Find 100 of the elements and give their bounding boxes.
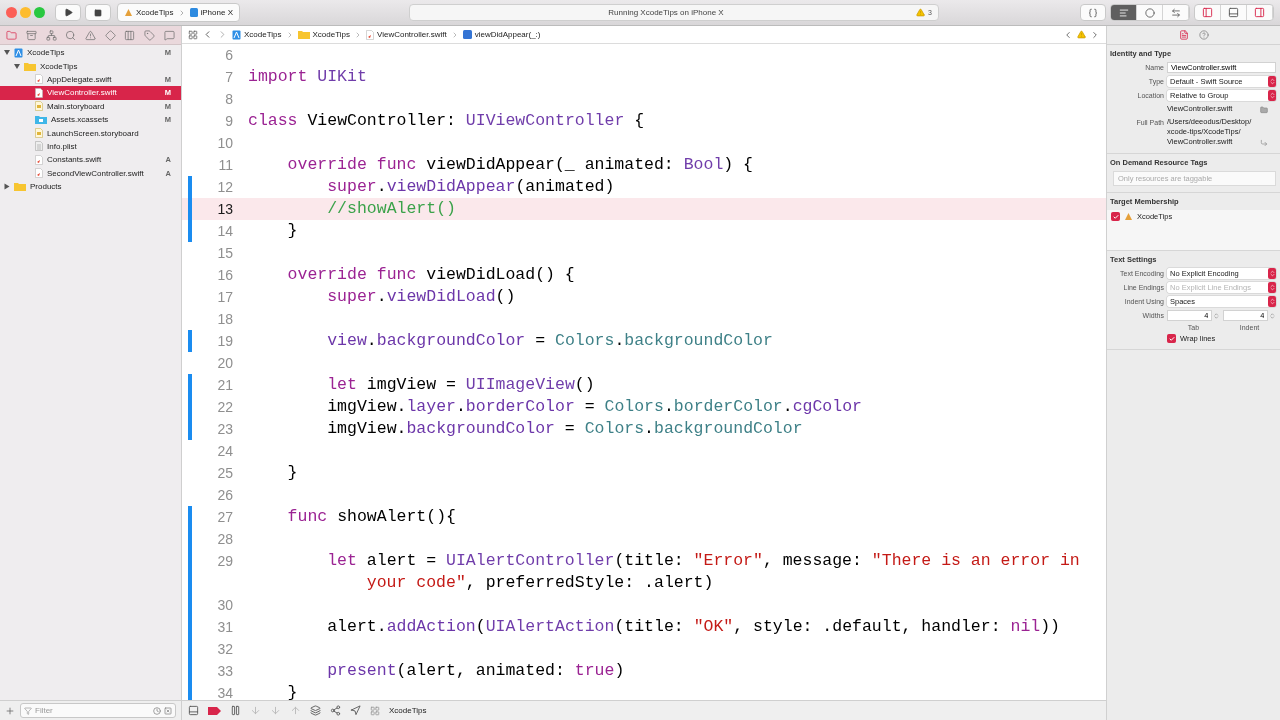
navigator-item[interactable]: Products <box>0 179 181 194</box>
play-icon <box>63 8 73 17</box>
line-number: 22 <box>216 398 233 417</box>
disclosure-triangle[interactable] <box>4 50 10 56</box>
line-number: 17 <box>216 288 233 307</box>
code-line: let alert = UIAlertController(title: "Error", message: "There is an error in your code", preferredStyle: .alert) <box>326 550 1081 594</box>
popup-arrows-icon <box>1268 268 1276 279</box>
project-icon <box>14 47 23 58</box>
navigator-tab[interactable] <box>84 29 96 41</box>
help-tab[interactable] <box>1198 30 1209 40</box>
device-icon <box>189 8 198 17</box>
checkbox[interactable] <box>1167 334 1176 343</box>
code-line: present(alert, animated: true) <box>326 660 626 682</box>
diamond-icon <box>104 29 116 41</box>
code-line: class ViewController: UIViewController { <box>248 110 646 132</box>
swift-file-icon <box>35 87 43 98</box>
code-line: override func viewDidLoad() { <box>286 264 576 286</box>
line-number: 32 <box>216 640 233 659</box>
navigator-tab[interactable] <box>124 29 136 41</box>
line-number: 12 <box>216 178 233 197</box>
chevron-icon <box>354 30 362 39</box>
right-panel-icon <box>1254 7 1265 18</box>
navigator-tab[interactable] <box>65 29 77 41</box>
navigator-tab[interactable] <box>143 29 155 41</box>
folder-icon <box>14 182 26 192</box>
console-button[interactable] <box>188 705 199 716</box>
stop-button[interactable] <box>85 4 111 21</box>
braces-icon <box>1088 7 1098 18</box>
swift-file-icon <box>366 29 374 40</box>
code-line: } <box>286 220 299 242</box>
navigator-tab[interactable] <box>6 29 18 41</box>
warning-icon[interactable] <box>1077 30 1086 39</box>
code-line: //showAlert() <box>326 198 457 220</box>
line-number: 16 <box>216 266 233 285</box>
code-line: } <box>286 682 299 700</box>
breadcrumb[interactable]: ViewController.swift <box>366 29 447 40</box>
line-number: 10 <box>216 134 233 153</box>
stop-icon <box>94 8 102 17</box>
navigator-tab[interactable] <box>26 29 37 41</box>
breakpoints-button[interactable] <box>208 706 221 715</box>
navigator-item[interactable]: XcodeTips <box>0 59 181 73</box>
popup-arrows-icon <box>1268 282 1276 293</box>
folder-icon[interactable] <box>1260 106 1268 114</box>
code-line: alert.addAction(UIAlertAction(title: "OK", style: .default, handler: nil)) <box>326 616 1061 638</box>
clock-icon[interactable] <box>153 706 161 715</box>
code-line: let imgView = UIImageView() <box>326 374 596 396</box>
navigator-tab[interactable] <box>104 29 116 41</box>
checkbox[interactable] <box>1111 212 1120 221</box>
add-button[interactable] <box>5 705 15 716</box>
scheme-button[interactable]: XcodeTips <box>122 8 176 17</box>
assets-folder-icon <box>35 115 47 125</box>
app-icon <box>1124 212 1133 221</box>
navigator-tab[interactable] <box>163 29 175 41</box>
left-panel-icon <box>1202 7 1213 18</box>
navigator-tab[interactable] <box>45 29 57 41</box>
pause-button[interactable] <box>230 705 241 716</box>
line-number: 27 <box>216 508 233 527</box>
stepper-icon[interactable] <box>1269 311 1276 320</box>
filter-icon <box>24 706 32 715</box>
code-line: override func viewDidAppear(_ animated: Bool) { <box>286 154 754 176</box>
stepper-icon[interactable] <box>1213 311 1220 320</box>
line-number: 21 <box>216 376 233 395</box>
close-button[interactable] <box>6 7 17 18</box>
target-icon[interactable] <box>370 705 380 716</box>
swift-file-icon <box>35 168 43 179</box>
swift-file-icon <box>35 74 43 85</box>
reveal-icon[interactable] <box>1260 139 1268 147</box>
line-number: 9 <box>224 112 233 131</box>
speech-bubble-icon <box>163 29 175 41</box>
code-line: imgView.layer.borderColor = Colors.borderColor.cgColor <box>326 396 863 418</box>
navigator-item[interactable]: LaunchScreen.storyboard <box>0 126 181 140</box>
close-square-icon[interactable] <box>164 706 172 715</box>
disclosure-triangle[interactable] <box>4 183 10 190</box>
zoom-button[interactable] <box>34 7 45 18</box>
device-button[interactable]: iPhone X <box>187 8 235 17</box>
run-button[interactable] <box>55 4 81 21</box>
storyboard-file-icon <box>35 101 43 112</box>
line-number: 7 <box>224 68 233 87</box>
breadcrumb[interactable]: XcodeTips <box>232 29 282 40</box>
line-number: 31 <box>216 618 233 637</box>
breadcrumb[interactable]: XcodeTips <box>297 30 350 39</box>
code-line: view.backgroundColor = Colors.backgroundColor <box>326 330 774 352</box>
box-icon <box>26 29 37 41</box>
code-snippet-button[interactable] <box>1080 4 1106 21</box>
filter-box[interactable]: Filter <box>20 703 176 718</box>
minimize-button[interactable] <box>20 7 31 18</box>
memory-graph-button[interactable] <box>330 705 341 716</box>
next-issue-icon[interactable] <box>1090 29 1100 40</box>
line-number: 24 <box>216 442 233 461</box>
popup-arrows-icon <box>1268 90 1276 101</box>
previous-issue-icon[interactable] <box>1063 29 1073 40</box>
view-debugger-button[interactable] <box>310 705 321 716</box>
location-button[interactable] <box>350 705 361 716</box>
standard-editor-button[interactable] <box>1111 5 1137 20</box>
line-number: 8 <box>224 90 233 109</box>
breadcrumb[interactable]: viewDidAppear(_:) <box>462 30 541 39</box>
file-inspector-tab[interactable] <box>1178 30 1189 40</box>
grid-icon[interactable] <box>188 29 198 40</box>
navigator-item[interactable]: Info.plist <box>0 139 181 154</box>
code-line: imgView.backgroundColor = Colors.backgroundColor <box>326 418 804 440</box>
